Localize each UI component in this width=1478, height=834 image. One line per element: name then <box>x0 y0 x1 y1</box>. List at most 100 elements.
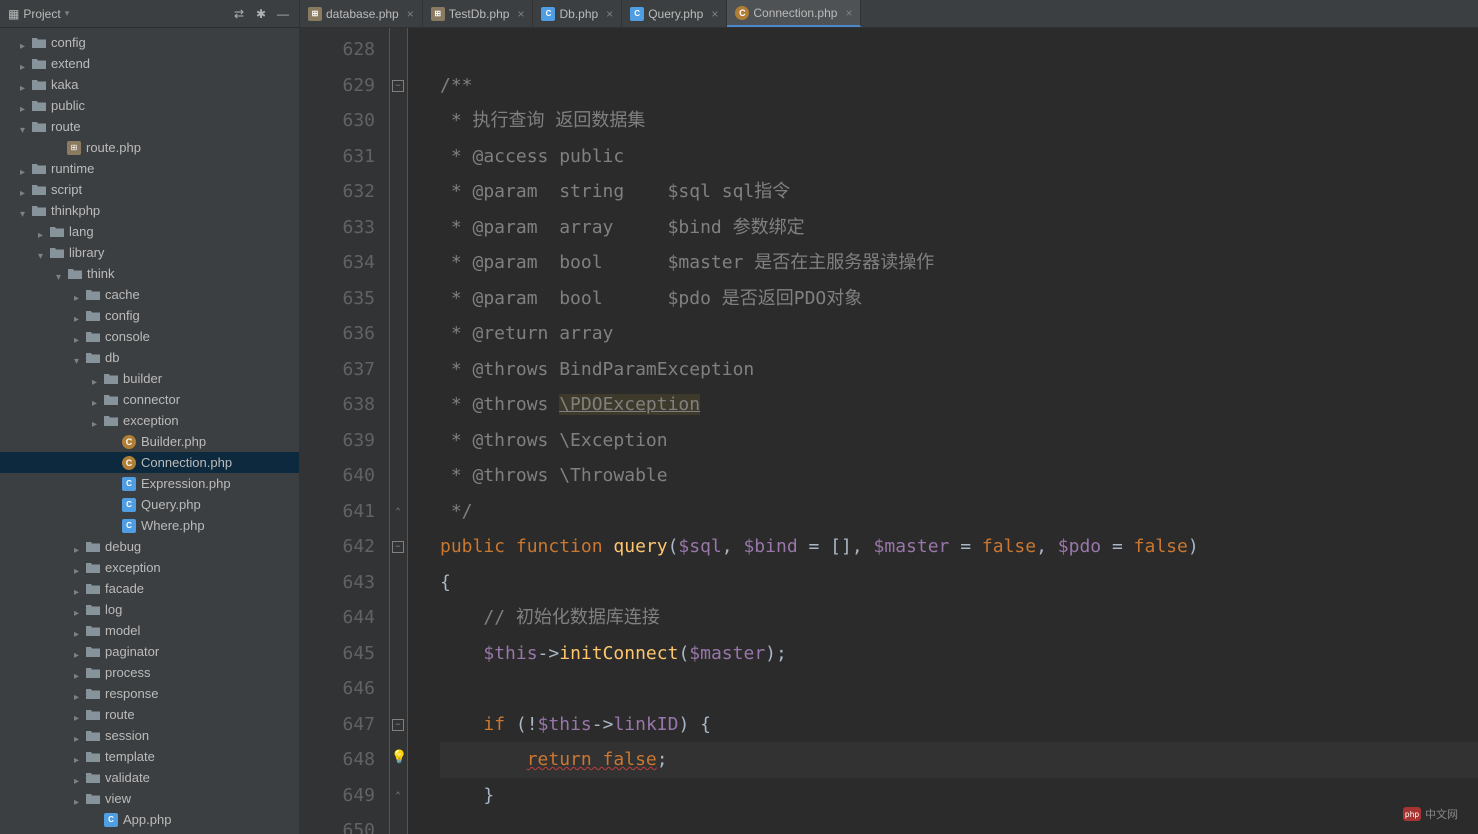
tab-connection-php[interactable]: CConnection.php× <box>727 0 861 27</box>
code-line-631[interactable]: * @access public <box>440 139 1478 175</box>
code-line-628[interactable] <box>440 32 1478 68</box>
collapse-icon[interactable]: — <box>275 6 291 22</box>
code-line-649[interactable]: } <box>440 778 1478 814</box>
arrow-icon[interactable] <box>74 647 84 657</box>
arrow-icon[interactable] <box>74 290 84 300</box>
arrow-icon[interactable] <box>74 689 84 699</box>
tree-item-public[interactable]: public <box>0 95 299 116</box>
code-line-630[interactable]: * 执行查询 返回数据集 <box>440 103 1478 139</box>
tree-item-session[interactable]: session <box>0 725 299 746</box>
arrow-icon[interactable] <box>20 80 30 90</box>
arrow-icon[interactable] <box>20 38 30 48</box>
tab-query-php[interactable]: CQuery.php× <box>622 0 727 27</box>
arrow-icon[interactable] <box>74 311 84 321</box>
close-icon[interactable]: × <box>845 6 852 20</box>
tree-item-expression-php[interactable]: CExpression.php <box>0 473 299 494</box>
arrow-icon[interactable] <box>74 668 84 678</box>
arrow-icon[interactable] <box>20 164 30 174</box>
close-icon[interactable]: × <box>517 7 524 21</box>
arrow-icon[interactable] <box>74 731 84 741</box>
tree-item-config[interactable]: config <box>0 305 299 326</box>
arrow-icon[interactable] <box>74 794 84 804</box>
tree-item-response[interactable]: response <box>0 683 299 704</box>
tree-item-thinkphp[interactable]: thinkphp <box>0 200 299 221</box>
tree-item-route[interactable]: route <box>0 116 299 137</box>
tree-item-cache[interactable]: cache <box>0 284 299 305</box>
code-line-629[interactable]: /** <box>440 68 1478 104</box>
code-line-640[interactable]: * @throws \Throwable <box>440 458 1478 494</box>
tree-item-exception[interactable]: exception <box>0 557 299 578</box>
tree-item-debug[interactable]: debug <box>0 536 299 557</box>
tab-database-php[interactable]: ⊞database.php× <box>300 0 423 27</box>
tree-item-route-php[interactable]: ⊞route.php <box>0 137 299 158</box>
tree-item-console[interactable]: console <box>0 326 299 347</box>
gear-icon[interactable]: ✱ <box>253 6 269 22</box>
arrow-icon[interactable] <box>20 206 30 216</box>
code-line-643[interactable]: { <box>440 565 1478 601</box>
arrow-icon[interactable] <box>74 584 84 594</box>
arrow-icon[interactable] <box>38 248 48 258</box>
tree-item-extend[interactable]: extend <box>0 53 299 74</box>
close-icon[interactable]: × <box>711 7 718 21</box>
tree-item-app-php[interactable]: CApp.php <box>0 809 299 830</box>
code-line-637[interactable]: * @throws BindParamException <box>440 352 1478 388</box>
tree-item-paginator[interactable]: paginator <box>0 641 299 662</box>
arrow-icon[interactable] <box>92 416 102 426</box>
arrow-icon[interactable] <box>74 773 84 783</box>
tree-item-think[interactable]: think <box>0 263 299 284</box>
code-line-633[interactable]: * @param array $bind 参数绑定 <box>440 210 1478 246</box>
lightbulb-icon[interactable]: 💡 <box>391 750 407 765</box>
code-line-638[interactable]: * @throws \PDOException <box>440 387 1478 423</box>
code-line-634[interactable]: * @param bool $master 是否在主服务器读操作 <box>440 245 1478 281</box>
tree-item-lang[interactable]: lang <box>0 221 299 242</box>
fold-toggle[interactable]: − <box>392 719 404 731</box>
close-icon[interactable]: × <box>606 7 613 21</box>
tree-item-facade[interactable]: facade <box>0 578 299 599</box>
fold-toggle[interactable]: ⌃ <box>392 506 404 518</box>
code-area[interactable]: /** * 执行查询 返回数据集 * @access public * @par… <box>408 28 1478 834</box>
close-icon[interactable]: × <box>407 7 414 21</box>
arrow-icon[interactable] <box>74 563 84 573</box>
arrow-icon[interactable] <box>20 59 30 69</box>
arrow-icon[interactable] <box>74 353 84 363</box>
arrow-icon[interactable] <box>92 374 102 384</box>
arrow-icon[interactable] <box>56 269 66 279</box>
code-line-632[interactable]: * @param string $sql sql指令 <box>440 174 1478 210</box>
arrow-icon[interactable] <box>74 752 84 762</box>
code-editor[interactable]: 6286296306316326336346356366376386396406… <box>300 28 1478 834</box>
tree-item-builder[interactable]: builder <box>0 368 299 389</box>
tree-item-exception[interactable]: exception <box>0 410 299 431</box>
tree-item-model[interactable]: model <box>0 620 299 641</box>
tab-testdb-php[interactable]: ⊞TestDb.php× <box>423 0 534 27</box>
fold-toggle[interactable]: ⌃ <box>392 790 404 802</box>
arrow-icon[interactable] <box>38 227 48 237</box>
tree-item-log[interactable]: log <box>0 599 299 620</box>
arrow-icon[interactable] <box>20 122 30 132</box>
tab-db-php[interactable]: CDb.php× <box>533 0 622 27</box>
locate-icon[interactable]: ⇄ <box>231 6 247 22</box>
arrow-icon[interactable] <box>74 605 84 615</box>
arrow-icon[interactable] <box>92 395 102 405</box>
code-line-650[interactable] <box>440 813 1478 834</box>
code-line-636[interactable]: * @return array <box>440 316 1478 352</box>
code-line-648[interactable]: return false; <box>440 742 1478 778</box>
arrow-icon[interactable] <box>74 626 84 636</box>
tree-item-builder-php[interactable]: CBuilder.php <box>0 431 299 452</box>
tree-item-kaka[interactable]: kaka <box>0 74 299 95</box>
code-line-647[interactable]: if (!$this->linkID) { <box>440 707 1478 743</box>
tree-item-config[interactable]: config <box>0 32 299 53</box>
tree-item-template[interactable]: template <box>0 746 299 767</box>
code-line-639[interactable]: * @throws \Exception <box>440 423 1478 459</box>
tree-item-process[interactable]: process <box>0 662 299 683</box>
arrow-icon[interactable] <box>20 185 30 195</box>
tree-item-validate[interactable]: validate <box>0 767 299 788</box>
project-dropdown[interactable]: ▦ Project ▾ <box>8 7 69 21</box>
arrow-icon[interactable] <box>20 101 30 111</box>
tree-item-connector[interactable]: connector <box>0 389 299 410</box>
tree-item-library[interactable]: library <box>0 242 299 263</box>
code-line-641[interactable]: */ <box>440 494 1478 530</box>
arrow-icon[interactable] <box>74 542 84 552</box>
fold-toggle[interactable]: − <box>392 541 404 553</box>
tree-item-script[interactable]: script <box>0 179 299 200</box>
tree-item-db[interactable]: db <box>0 347 299 368</box>
